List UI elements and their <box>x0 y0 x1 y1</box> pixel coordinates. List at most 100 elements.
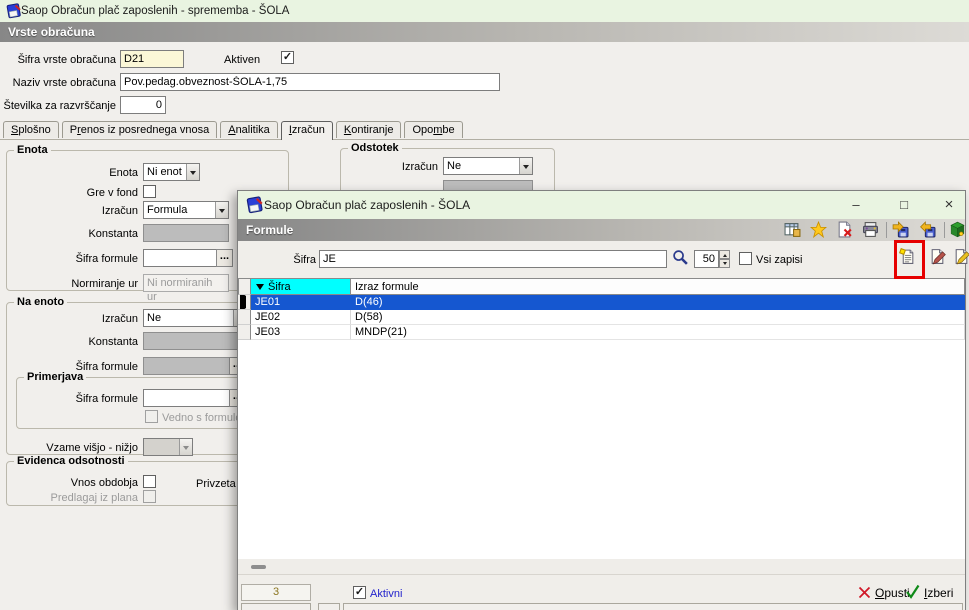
lookup-titlebar: Saop Obračun plač zaposlenih - ŠOLA – □ … <box>238 191 965 219</box>
export-icon[interactable] <box>892 221 909 238</box>
maximize-button[interactable]: □ <box>894 196 914 214</box>
vnos-obdobja-label: Vnos obdobja <box>70 477 138 489</box>
result-limit-input[interactable] <box>694 250 719 268</box>
scrollbar-thumb[interactable] <box>251 565 266 569</box>
stepper-up-icon <box>719 250 730 259</box>
import-icon[interactable] <box>919 221 936 238</box>
row-selector-cell <box>238 310 251 325</box>
na-enoto-sifra-formule-field <box>143 357 230 375</box>
search-sifra-input[interactable] <box>319 250 667 268</box>
aktivni-checkbox[interactable]: ✓ <box>353 586 366 599</box>
cell-izraz[interactable]: D(58) <box>351 310 965 325</box>
enota-konstanta-field <box>143 224 229 242</box>
main-section-header: Vrste obračuna <box>0 22 969 42</box>
search-icon[interactable] <box>672 249 689 266</box>
close-button[interactable]: × <box>939 196 959 214</box>
highlight-rectangle <box>894 240 925 279</box>
row-pointer-cell <box>238 295 251 310</box>
na-enoto-konstanta-field <box>143 332 247 350</box>
aktiven-label: Aktiven <box>224 54 261 66</box>
vsi-zapisi-label: Vsi zapisi <box>756 254 803 266</box>
main-section-header-label: Vrste obračuna <box>8 25 95 39</box>
enota-sifra-formule-lookup-button[interactable]: ... <box>216 249 233 267</box>
na-enoto-izracun-dropdown[interactable]: Ne <box>143 309 247 327</box>
main-titlebar: Saop Obračun plač zaposlenih - sprememba… <box>0 0 969 22</box>
izberi-button[interactable]: Izberi <box>924 586 953 600</box>
naziv-vrste-obracuna-input[interactable] <box>120 73 500 91</box>
odstotek-izracun-dropdown[interactable]: Ne <box>443 157 533 175</box>
sifra-vrste-obracuna-input[interactable] <box>120 50 184 68</box>
screen: Saop Obračun plač zaposlenih - sprememba… <box>0 0 969 610</box>
app-icon <box>6 3 22 19</box>
vedno-s-formulo-checkbox <box>145 410 158 423</box>
enota-sifra-formule-input[interactable] <box>143 249 217 267</box>
enota-sifra-formule-label: Šifra formule <box>75 253 138 265</box>
cell-izraz[interactable]: MNDP(21) <box>351 325 965 340</box>
stepper-down-icon <box>719 259 730 268</box>
cell-sifra[interactable]: JE01 <box>251 295 351 310</box>
izberi-check-icon[interactable] <box>905 584 920 599</box>
gre-v-fond-label: Gre v fond <box>86 187 138 199</box>
evidenca-odsotnosti-group-legend: Evidenca odsotnosti <box>14 455 128 467</box>
enota-dropdown[interactable]: Ni enot <box>143 163 200 181</box>
enota-izracun-label: Izračun <box>101 205 138 217</box>
tab-content-divider <box>0 139 969 140</box>
vzame-visjo-nizjo-label: Vzame višjo - nižjo <box>46 442 138 454</box>
footer-panel <box>241 603 311 610</box>
footer-panel <box>318 603 340 610</box>
column-header-sifra[interactable]: Šifra <box>251 278 351 295</box>
primerjava-sifra-formule-input[interactable] <box>143 389 230 407</box>
enota-konstanta-label: Konstanta <box>88 228 138 240</box>
column-header-izraz-formule[interactable]: Izraz formule <box>351 278 965 295</box>
enota-group-legend: Enota <box>14 144 51 156</box>
tab-opombe[interactable]: Opombe <box>404 121 463 138</box>
tab-izracun[interactable]: Izračun <box>280 121 333 140</box>
limit-stepper[interactable] <box>719 250 730 268</box>
chevron-down-icon <box>519 158 532 174</box>
tab-analitika[interactable]: Analitika <box>220 121 278 138</box>
lookup-window-title: Saop Obračun plač zaposlenih - ŠOLA <box>264 198 471 212</box>
aktivni-label: Aktivni <box>370 588 403 600</box>
cell-sifra[interactable]: JE02 <box>251 310 351 325</box>
lookup-section-header-label: Formule <box>246 223 294 237</box>
edit-record-icon[interactable] <box>929 248 946 265</box>
app-icon <box>246 196 264 214</box>
toolbar-separator <box>944 222 945 238</box>
document-delete-icon[interactable] <box>836 221 853 238</box>
tab-prenos-iz-posrednega-vnosa[interactable]: Prenos iz posrednega vnosa <box>61 121 218 138</box>
horizontal-scrollbar[interactable] <box>238 559 965 574</box>
footer-panel <box>343 603 963 610</box>
tab-kontiranje[interactable]: Kontiranje <box>335 121 402 138</box>
columns-icon[interactable] <box>784 221 801 238</box>
tab-splosno[interactable]: Splošno <box>3 121 59 138</box>
minimize-button[interactable]: – <box>846 196 866 214</box>
normiranje-ur-field: Ni normiranih ur <box>143 274 229 303</box>
gre-v-fond-checkbox[interactable] <box>143 185 156 198</box>
predlagaj-iz-plana-checkbox <box>143 490 156 503</box>
privzeta-label: Privzeta <box>196 478 236 490</box>
tab-strip: Splošno Prenos iz posrednega vnosa Analiti… <box>3 121 466 141</box>
main-window-title: Saop Obračun plač zaposlenih - sprememba… <box>21 5 290 17</box>
chevron-down-icon <box>179 439 192 455</box>
duplicate-record-icon[interactable] <box>953 248 969 265</box>
favorites-star-icon[interactable] <box>809 220 828 239</box>
stevilka-za-razvrscanje-input[interactable] <box>120 96 166 114</box>
opusti-x-icon[interactable] <box>858 586 871 599</box>
na-enoto-izracun-label: Izračun <box>101 313 138 325</box>
aktiven-checkbox[interactable]: ✓ <box>281 51 294 64</box>
lookup-section-header: Formule <box>238 219 965 241</box>
primerjava-sifra-formule-label: Šifra formule <box>75 393 138 405</box>
cell-sifra[interactable]: JE03 <box>251 325 351 340</box>
cell-izraz[interactable]: D(46) <box>351 295 965 310</box>
enota-izracun-dropdown[interactable]: Formula <box>143 201 229 219</box>
na-enoto-konstanta-label: Konstanta <box>88 336 138 348</box>
chevron-down-icon <box>215 202 228 218</box>
sort-desc-icon <box>256 284 264 294</box>
help-book-icon[interactable] <box>949 221 966 238</box>
vnos-obdobja-checkbox[interactable] <box>143 475 156 488</box>
row-selector-header <box>238 278 251 295</box>
odstotek-group-legend: Odstotek <box>348 142 402 154</box>
vsi-zapisi-checkbox[interactable] <box>739 252 752 265</box>
enota-label: Enota <box>109 167 138 179</box>
printer-icon[interactable] <box>862 221 879 238</box>
